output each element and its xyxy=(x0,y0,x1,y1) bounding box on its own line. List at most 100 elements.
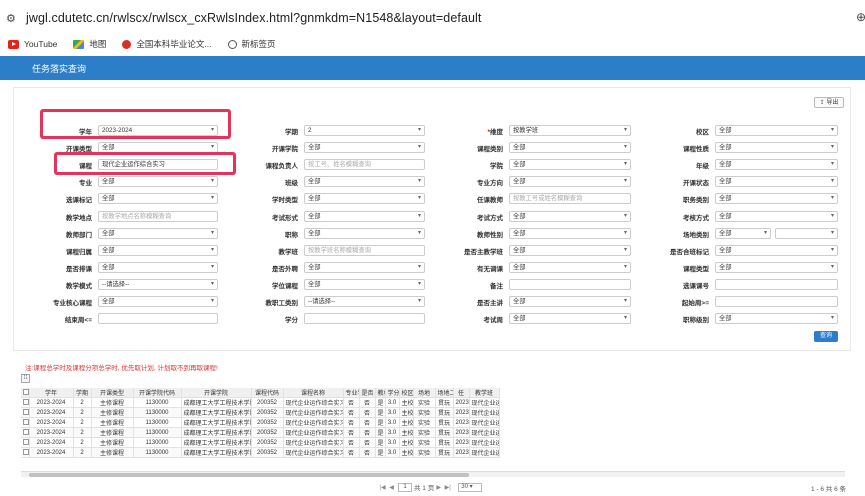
table-row[interactable]: 2023-2024 2 主修课程 1130000 成都理工大学工程技术学院 200352 现… xyxy=(21,427,845,438)
page-size-select[interactable]: 30 ▾ xyxy=(458,482,483,492)
column-header[interactable]: 教学班 xyxy=(469,388,500,398)
bookmark-youtube[interactable]: YouTube xyxy=(8,39,57,49)
row-checkbox[interactable] xyxy=(21,437,30,448)
column-header[interactable]: 学分 xyxy=(385,388,400,398)
form-select[interactable]: 全部 xyxy=(715,142,838,154)
form-select[interactable]: 全部 xyxy=(715,159,838,171)
column-header[interactable]: 场地二 xyxy=(435,388,454,398)
scroll-thumb[interactable] xyxy=(29,473,469,477)
form-select[interactable]: 全部 xyxy=(304,261,425,273)
form-select[interactable]: 全部 xyxy=(509,244,631,256)
column-header[interactable]: 课程名称 xyxy=(283,388,344,398)
column-config-icon[interactable]: ⁞⁞ xyxy=(21,374,30,383)
form-input[interactable]: 按教学地点名称模糊查询 xyxy=(98,210,218,222)
table-row[interactable]: 2023-2024 2 主修课程 1130000 成都理工大学工程技术学院 200352 现… xyxy=(21,407,845,418)
form-select[interactable]: 全部 xyxy=(715,210,838,222)
form-select[interactable]: 全部 xyxy=(509,261,631,273)
column-header[interactable]: 开课类型 xyxy=(91,388,134,398)
last-page-button[interactable]: ▶| xyxy=(443,484,452,491)
table-row[interactable]: 2023-2024 2 主修课程 1130000 成都理工大学工程技术学院 200352 现… xyxy=(21,437,845,448)
bookmark-thesis[interactable]: 全国本科毕业论文... xyxy=(122,38,212,50)
form-select[interactable]: 全部 xyxy=(715,261,838,273)
form-input[interactable]: 按工号、姓名模糊查询 xyxy=(304,159,425,171)
form-input[interactable] xyxy=(98,313,218,325)
column-header[interactable]: 开课学院 xyxy=(181,388,252,398)
row-checkbox[interactable] xyxy=(21,407,30,418)
form-select[interactable]: 全部 xyxy=(98,261,218,273)
zoom-icon[interactable]: ⊕ xyxy=(856,10,865,24)
form-select[interactable]: 按教学班 xyxy=(509,125,631,136)
form-label: 学位课程 xyxy=(218,280,298,290)
horizontal-scrollbar[interactable] xyxy=(21,471,845,477)
column-header[interactable]: 开课学院代码 xyxy=(133,388,182,398)
form-select[interactable]: 全部 xyxy=(509,227,631,239)
form-select[interactable]: 全部 xyxy=(304,227,425,239)
form-select[interactable]: 全部 xyxy=(509,159,631,171)
table-row[interactable]: 2023-2024 2 主修课程 1130000 成都理工大学工程技术学院 200352 现… xyxy=(21,417,845,428)
form-select[interactable]: 全部 xyxy=(304,278,425,290)
column-header[interactable]: 校区 xyxy=(399,388,414,398)
form-select[interactable]: 全部 xyxy=(715,125,838,136)
form-input[interactable]: 按教工号或姓名模糊查询 xyxy=(509,193,631,205)
form-select[interactable]: 全部 xyxy=(715,313,838,325)
column-header[interactable]: 任 xyxy=(453,388,470,398)
form-select[interactable]: 全部 xyxy=(98,193,218,205)
column-header[interactable]: 学年 xyxy=(29,388,74,398)
prev-page-button[interactable]: ◀ xyxy=(387,484,396,491)
table-row[interactable]: 2023-2024 2 主修课程 1130000 成都理工大学工程技术学院 200352 现… xyxy=(21,397,845,408)
bookmark-newtab[interactable]: 新标签页 xyxy=(227,38,276,50)
form-input[interactable] xyxy=(715,296,838,307)
form-input[interactable]: 按教学班名称模糊查询 xyxy=(304,244,425,256)
address-bar[interactable]: ⚙ jwgl.cdutetc.cn/rwlscx/rwlscx_cxRwlsIn… xyxy=(0,0,865,36)
form-select[interactable]: 2 xyxy=(304,125,425,136)
export-button[interactable]: ⇪ 导出 xyxy=(814,97,844,108)
form-select[interactable]: 全部 xyxy=(715,244,838,256)
bookmark-map[interactable]: 地图 xyxy=(73,38,106,50)
form-select[interactable]: 全部 xyxy=(304,210,425,222)
row-checkbox[interactable] xyxy=(21,417,30,428)
select-all-checkbox[interactable] xyxy=(21,388,30,398)
form-select[interactable]: 全部 xyxy=(509,210,631,222)
site-settings-icon[interactable]: ⚙ xyxy=(6,12,22,25)
page-input[interactable]: 1 xyxy=(398,482,412,492)
form-select[interactable]: 全部 xyxy=(304,176,425,188)
row-checkbox[interactable] xyxy=(21,427,30,438)
query-button[interactable]: 查询 xyxy=(814,331,838,342)
form-select[interactable]: 全部 xyxy=(98,244,218,256)
form-select[interactable]: 全部 xyxy=(715,227,771,239)
form-label-text: 是否主讲 xyxy=(477,300,503,307)
column-header[interactable]: 课程代码 xyxy=(251,388,284,398)
form-select[interactable]: --请选择-- xyxy=(304,296,425,307)
table-row[interactable]: 2023-2024 2 主修课程 1130000 成都理工大学工程技术学院 200352 现… xyxy=(21,447,845,458)
form-select[interactable]: 全部 xyxy=(304,193,425,205)
form-select[interactable]: 全部 xyxy=(304,142,425,154)
form-select[interactable]: 全部 xyxy=(509,296,631,307)
table-cell: 实验 xyxy=(413,447,436,458)
form-input[interactable] xyxy=(304,313,425,325)
form-input[interactable] xyxy=(509,278,631,290)
table-cell: 贯玩 xyxy=(435,437,454,448)
form-select[interactable]: 全部 xyxy=(509,176,631,188)
form-select[interactable]: 全部 xyxy=(509,142,631,154)
form-select[interactable]: 全部 xyxy=(715,193,838,205)
column-header[interactable]: 学期 xyxy=(73,388,92,398)
next-page-button[interactable]: ▶ xyxy=(434,484,443,491)
form-select[interactable]: 全部 xyxy=(98,296,218,307)
form-input[interactable] xyxy=(715,278,838,290)
total-pages: 共 1 页 xyxy=(414,485,435,492)
form-label: 课程性质 xyxy=(629,143,709,153)
row-checkbox[interactable] xyxy=(21,447,30,458)
column-header[interactable]: 是否 xyxy=(359,388,376,398)
column-header[interactable]: 专业学位 xyxy=(343,388,360,398)
column-header[interactable]: 场地 xyxy=(413,388,436,398)
first-page-button[interactable]: |◀ xyxy=(378,484,387,491)
url-text[interactable]: jwgl.cdutetc.cn/rwlscx/rwlscx_cxRwlsInde… xyxy=(26,11,482,25)
form-select[interactable]: --请选择-- xyxy=(98,278,218,290)
form-select-secondary[interactable] xyxy=(775,227,838,239)
row-checkbox[interactable] xyxy=(21,397,30,408)
form-select[interactable]: 全部 xyxy=(98,176,218,188)
column-header[interactable]: 教材 xyxy=(375,388,386,398)
form-select[interactable]: 全部 xyxy=(509,313,631,325)
form-select[interactable]: 全部 xyxy=(98,227,218,239)
form-select[interactable]: 全部 xyxy=(715,176,838,188)
